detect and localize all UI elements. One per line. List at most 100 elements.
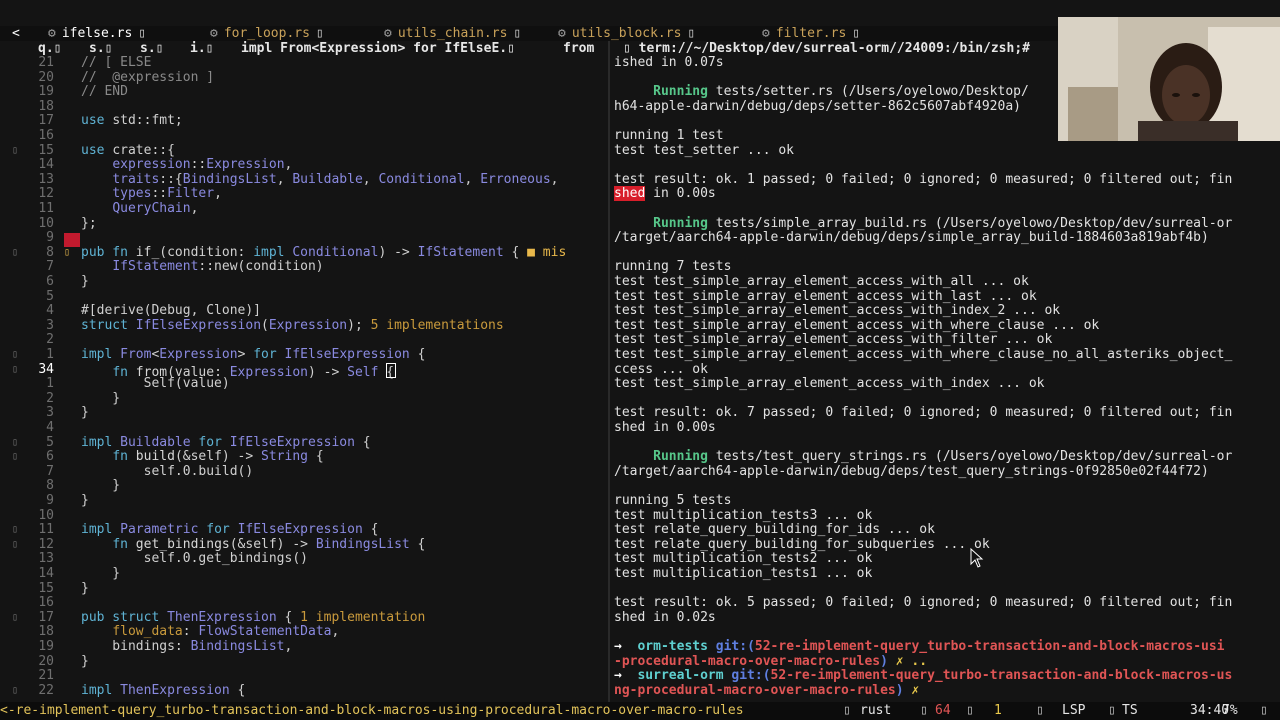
code-line[interactable]: 10 xyxy=(0,507,608,524)
code-text: impl Buildable for IfElseExpression { xyxy=(81,435,371,451)
code-line[interactable]: ▯ ▯ 8 pub fn if_(condition: impl Conditiona… xyxy=(0,244,608,261)
code-line[interactable]: 19 // END xyxy=(0,84,608,100)
language-label[interactable]: rust xyxy=(860,702,891,720)
warning-count[interactable]: 1 xyxy=(994,702,1002,720)
code-line[interactable]: ▯ 15 use crate::{ xyxy=(0,143,608,159)
code-token: #[derive(Debug, Clone)] xyxy=(81,303,262,319)
fold-icon[interactable]: ▯ xyxy=(12,450,22,465)
terminal-line: test test_simple_array_element_access_wi… xyxy=(614,347,1232,363)
line-number: 10 xyxy=(38,507,54,523)
code-line[interactable]: 2 } xyxy=(0,390,608,407)
code-line[interactable]: ▯ 12 fn get_bindings(&self) -> BindingsLi… xyxy=(0,536,608,553)
code-line[interactable]: 9 xyxy=(0,231,608,246)
code-line[interactable]: 11 QueryChain, xyxy=(0,201,608,217)
code-line[interactable]: 13 traits::{BindingsList, Buildable, Con… xyxy=(0,172,608,188)
code-text: traits::{BindingsList, Buildable, Condit… xyxy=(81,172,558,188)
breadcrumb-item[interactable]: s.▯ xyxy=(89,41,112,56)
code-line[interactable]: ▯ 11 impl Parametric for IfElseExpression … xyxy=(0,522,608,538)
code-editor[interactable]: 21// [ ELSE 20// @expression ] 19// END 18 1… xyxy=(0,56,608,702)
code-line[interactable]: 19 bindings: BindingsList, xyxy=(0,639,608,655)
terminal-text: test test_simple_array_element_access_wi… xyxy=(614,274,1029,289)
fold-icon[interactable]: ▯ xyxy=(12,144,22,159)
terminal-text: ccess ... ok xyxy=(614,361,708,377)
code-line[interactable]: 3} xyxy=(0,406,608,421)
breadcrumb-item[interactable]: impl From<Expression> for IfElseE.▯ xyxy=(241,41,515,56)
code-line[interactable]: 14 } xyxy=(0,566,608,582)
code-line[interactable]: 7 self.0.build() xyxy=(0,464,608,480)
code-line[interactable]: 20} xyxy=(0,653,608,670)
code-line[interactable]: 6} xyxy=(0,274,608,290)
code-line[interactable]: ▯ 34 fn from(value: Expression) -> Self { xyxy=(0,362,608,379)
code-token: impl xyxy=(81,347,121,362)
code-line[interactable]: ▯ 17 pub struct ThenExpression { 1 impleme… xyxy=(0,610,608,626)
terminal-text: running 5 tests xyxy=(614,493,732,508)
code-line[interactable]: 3 struct IfElseExpression(Expression); 5 … xyxy=(0,318,608,334)
code-line[interactable]: ▯ 1 impl From<Expression> for IfElseExpres… xyxy=(0,347,608,363)
line-number: 20 xyxy=(38,653,54,669)
fold-icon[interactable]: ▯ xyxy=(12,523,22,538)
tab-for_loop-rs[interactable]: ⚙ for_loop.rs ▯ xyxy=(210,26,324,41)
fold-icon[interactable]: ▯ xyxy=(12,436,22,451)
code-line[interactable]: 5 xyxy=(0,289,608,305)
code-text: } xyxy=(81,581,89,597)
tab-ifelse-rs[interactable]: ⚙ ifelse.rs ▯ xyxy=(48,26,146,41)
code-line[interactable]: 10}; xyxy=(0,216,608,232)
fold-icon[interactable]: ▯ xyxy=(12,348,22,363)
breadcrumb-item[interactable]: i.▯ xyxy=(190,41,213,56)
breadcrumb-item[interactable]: q.▯ xyxy=(38,41,61,56)
code-line[interactable]: ▯ 22 impl ThenExpression { xyxy=(0,683,608,699)
code-token: get_bindings xyxy=(135,536,230,552)
split-divider[interactable] xyxy=(608,41,610,702)
tab-utils_chain-rs[interactable]: ⚙ utils_chain.rs ▯ xyxy=(384,26,521,41)
code-line[interactable]: 17 use std::fmt; xyxy=(0,114,608,129)
code-line[interactable]: ▯ 5 impl Buildable for IfElseExpression { xyxy=(0,435,608,451)
treesitter-status[interactable]: TS xyxy=(1122,702,1138,720)
code-line[interactable]: 16 xyxy=(0,128,608,144)
terminal-line: test test_simple_array_element_access_wi… xyxy=(614,333,1052,348)
treesitter-icon: ▯ xyxy=(1108,703,1116,718)
code-line[interactable]: 1 Self(value) xyxy=(0,376,608,392)
code-line[interactable]: 14 expression::Expression, xyxy=(0,157,608,173)
terminal-text: 52-re-implement-query_turbo-transaction-… xyxy=(770,668,1233,684)
code-line[interactable]: 21 xyxy=(0,669,608,684)
error-count[interactable]: 64 xyxy=(935,702,951,720)
terminal-text: in 0.00s xyxy=(645,186,716,202)
code-line[interactable]: 4 #[derive(Debug, Clone)] xyxy=(0,303,608,319)
code-line[interactable]: 8 } xyxy=(0,479,608,494)
line-number: 6 xyxy=(46,449,54,465)
fold-icon[interactable]: ▯ xyxy=(12,684,22,699)
tab-utils_block-rs[interactable]: ⚙ utils_block.rs ▯ xyxy=(558,26,695,41)
code-line[interactable]: 20 // @expression ] xyxy=(0,70,608,86)
tab-filter-rs[interactable]: ⚙ filter.rs ▯ xyxy=(762,26,860,41)
code-line[interactable]: 15} xyxy=(0,581,608,597)
code-line[interactable]: 21 // [ ELSE xyxy=(0,56,608,71)
code-line[interactable]: ▯ 6 fn build(&self) -> String { xyxy=(0,449,608,465)
rust-file-icon: ⚙ xyxy=(210,26,218,41)
breadcrumb-item[interactable]: from xyxy=(563,41,594,56)
code-token: use xyxy=(81,113,113,129)
fold-icon[interactable]: ▯ xyxy=(12,611,22,626)
code-text: self.0.get_bindings() xyxy=(81,552,308,567)
modified-indicator-icon: ▯ xyxy=(852,26,861,41)
code-line[interactable]: 18 xyxy=(0,99,608,115)
line-number: 8 xyxy=(46,244,54,260)
terminal-line: running 7 tests xyxy=(614,260,731,275)
fold-icon[interactable]: ▯ xyxy=(12,538,22,553)
code-line[interactable]: 12 types::Filter, xyxy=(0,187,608,202)
code-line[interactable]: 9} xyxy=(0,493,608,509)
tab-scroll-left-icon[interactable]: < xyxy=(12,26,20,41)
fold-icon[interactable]: ▯ xyxy=(12,246,22,261)
code-line[interactable]: 18 flow_data: FlowStatementData, xyxy=(0,625,608,640)
lsp-status[interactable]: LSP xyxy=(1062,702,1085,720)
code-line[interactable]: 2 xyxy=(0,333,608,348)
breadcrumb-item[interactable]: s.▯ xyxy=(140,41,163,56)
modified-indicator-icon: ▯ xyxy=(315,26,324,41)
line-number: 2 xyxy=(46,390,54,406)
code-token: :: xyxy=(151,186,168,202)
fold-icon[interactable]: ▯ xyxy=(12,363,22,378)
code-text: impl Parametric for IfElseExpression { xyxy=(81,522,378,538)
code-line[interactable]: 13 self.0.get_bindings() xyxy=(0,552,608,567)
code-line[interactable]: 7 IfStatement::new(condition) xyxy=(0,260,608,275)
code-line[interactable]: 16 xyxy=(0,596,608,611)
code-line[interactable]: 4 xyxy=(0,420,608,436)
